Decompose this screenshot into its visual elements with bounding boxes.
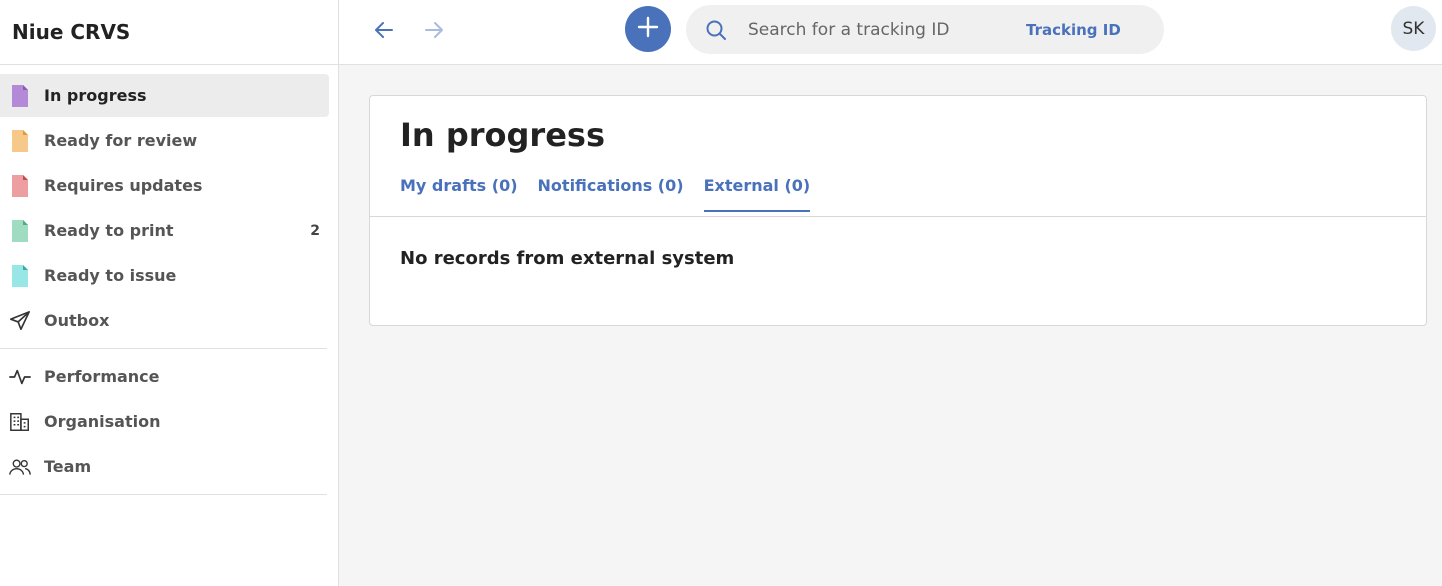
sidebar-item-outbox[interactable]: Outbox	[0, 299, 329, 342]
sidebar-item-label: Outbox	[44, 311, 110, 330]
document-orange-icon	[9, 129, 31, 152]
sidebar-item-ready-to-print[interactable]: Ready to print 2	[0, 209, 329, 252]
top-bar: Tracking ID SK	[339, 0, 1442, 65]
sidebar-item-requires-updates[interactable]: Requires updates	[0, 164, 329, 207]
users-icon	[9, 456, 31, 478]
forward-button[interactable]	[416, 14, 452, 50]
sidebar-nav: In progress Ready for review Requires up…	[0, 65, 338, 495]
activity-icon	[9, 366, 31, 388]
sidebar-item-team[interactable]: Team	[0, 445, 329, 488]
sidebar-item-organisation[interactable]: Organisation	[0, 400, 329, 443]
sidebar-item-performance[interactable]: Performance	[0, 355, 329, 398]
tab-my-drafts[interactable]: My drafts (0)	[400, 176, 518, 212]
document-green-icon	[9, 219, 31, 242]
sidebar-item-label: Organisation	[44, 412, 161, 431]
sidebar-divider	[0, 494, 327, 495]
document-red-icon	[9, 174, 31, 197]
tab-notifications[interactable]: Notifications (0)	[538, 176, 684, 212]
page-title: In progress	[400, 116, 605, 154]
search-type-selector[interactable]: Tracking ID	[1026, 21, 1121, 39]
sidebar-item-label: Ready for review	[44, 131, 198, 150]
sidebar-item-label: Ready to print	[44, 221, 174, 240]
empty-state-message: No records from external system	[400, 248, 735, 269]
sidebar-item-in-progress[interactable]: In progress	[0, 74, 329, 117]
count-badge: 2	[310, 222, 320, 239]
tab-external[interactable]: External (0)	[703, 176, 810, 212]
sidebar-item-label: Requires updates	[44, 176, 203, 195]
search-input[interactable]	[748, 19, 1018, 40]
document-cyan-icon	[9, 264, 31, 287]
sidebar-item-ready-to-issue[interactable]: Ready to issue	[0, 254, 329, 297]
send-icon	[9, 310, 31, 332]
tab-bar: My drafts (0) Notifications (0) External…	[400, 176, 830, 212]
back-button[interactable]	[366, 14, 402, 50]
sidebar-item-label: Performance	[44, 367, 160, 386]
sidebar-item-ready-for-review[interactable]: Ready for review	[0, 119, 329, 162]
tabs-divider	[370, 216, 1426, 217]
sidebar-item-label: In progress	[44, 86, 147, 105]
building-icon	[9, 411, 31, 433]
avatar[interactable]: SK	[1391, 6, 1436, 51]
sidebar-divider	[0, 348, 327, 349]
search-bar: Tracking ID	[686, 5, 1164, 54]
arrow-right-icon	[422, 18, 446, 46]
sidebar-item-label: Team	[44, 457, 92, 476]
search-icon[interactable]	[704, 18, 728, 42]
workqueue-card: In progress My drafts (0) Notifications …	[369, 95, 1427, 326]
plus-icon	[636, 15, 660, 43]
arrow-left-icon	[372, 18, 396, 46]
document-purple-icon	[9, 84, 31, 107]
app-title: Niue CRVS	[0, 0, 338, 65]
sidebar-item-label: Ready to issue	[44, 266, 177, 285]
create-new-button[interactable]	[625, 6, 671, 52]
sidebar: Niue CRVS In progress Ready for review R…	[0, 0, 339, 586]
